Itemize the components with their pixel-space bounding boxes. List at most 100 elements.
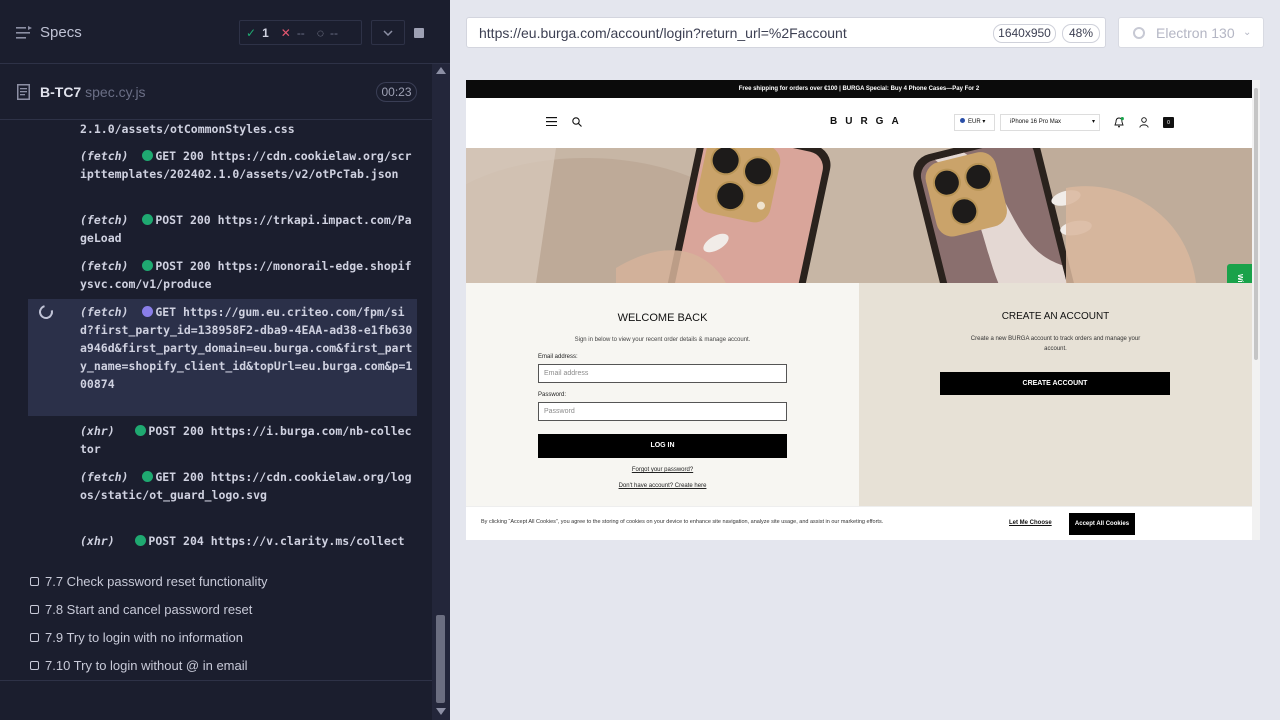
checkbox-icon — [30, 576, 39, 586]
hero-image: Win — [466, 148, 1252, 283]
checkbox-icon — [30, 632, 39, 642]
site-header: BURGA EUR ▾ iPhone 16 Pro Max ▾ 0 — [466, 98, 1252, 148]
cart-count: 0 — [1167, 120, 1170, 126]
viewport-size-badge[interactable]: 1640x950 — [993, 24, 1056, 43]
log-type: (xhr) — [80, 424, 115, 438]
log-url: https://v.clarity.ms/collect — [210, 534, 405, 548]
status-dot — [142, 214, 154, 225]
log-entry[interactable]: (fetch) GET 200 https://cdn.cookielaw.or… — [28, 468, 417, 526]
register-subtitle: Create a new BURGA account to track orde… — [970, 336, 1141, 352]
test-item[interactable]: 7.9 Try to login with no information — [30, 628, 243, 646]
x-icon: ✕ — [280, 25, 291, 40]
log-scrollbar[interactable] — [432, 64, 450, 720]
test-title: 7.9 Try to login with no information — [45, 629, 243, 645]
log-entry[interactable]: (xhr) POST 200 https://i.burga.com/nb-co… — [28, 422, 417, 462]
viewport-scroll-thumb[interactable] — [1254, 88, 1258, 360]
email-field[interactable]: Email address — [538, 364, 787, 383]
scroll-thumb[interactable] — [436, 615, 445, 703]
announcement-bar: Free shipping for orders over €100 | BUR… — [466, 80, 1252, 98]
test-title: 7.8 Start and cancel password reset — [45, 601, 253, 617]
zoom-badge[interactable]: 48% — [1062, 24, 1100, 43]
loading-spinner-icon — [36, 302, 56, 322]
account-icon[interactable] — [1139, 117, 1149, 128]
cookie-text: By clicking “Accept All Cookies”, you ag… — [481, 519, 884, 525]
currency-label: EUR — [968, 119, 981, 125]
log-entry[interactable]: (fetch) POST 200 https://trkapi.impact.c… — [28, 211, 417, 251]
currency-selector[interactable]: EUR ▾ — [954, 114, 995, 131]
password-field[interactable]: Password — [538, 402, 787, 421]
log-method: POST 200 — [148, 424, 204, 438]
cookie-choose-link[interactable]: Let Me Choose — [1009, 520, 1052, 526]
toggle-button[interactable] — [371, 20, 405, 45]
login-section: WELCOME BACK Sign in below to view your … — [466, 283, 859, 540]
status-dot — [142, 260, 154, 271]
test-item[interactable]: 7.7 Check password reset functionality — [30, 572, 268, 590]
viewport-scrollbar[interactable] — [1252, 80, 1260, 540]
failed-stat: ✕ -- — [275, 21, 311, 44]
login-button[interactable]: LOG IN — [538, 434, 787, 458]
password-label: Password: — [538, 392, 567, 398]
browser-name: Electron 130 — [1156, 25, 1235, 41]
specs-label[interactable]: Specs — [40, 24, 82, 41]
eu-flag-icon — [960, 118, 965, 123]
device-label: iPhone 16 Pro Max — [1010, 119, 1062, 125]
email-label: Email address: — [538, 354, 578, 360]
create-account-button[interactable]: CREATE ACCOUNT — [940, 372, 1170, 395]
brand-logo[interactable]: BURGA — [830, 116, 907, 127]
log-method: GET 200 — [155, 470, 204, 484]
spec-name: B-TC7 — [40, 84, 82, 100]
scroll-up-icon[interactable] — [436, 67, 446, 74]
runner-panel: Specs ✓ 1 ✕ -- ◌ -- B-TC7 spec.cy.js 00:… — [0, 0, 450, 720]
device-selector[interactable]: iPhone 16 Pro Max ▾ — [1000, 114, 1100, 131]
log-entry-active[interactable]: (fetch) GET https://gum.eu.criteo.com/fp… — [28, 299, 417, 416]
scroll-down-icon[interactable] — [436, 708, 446, 715]
check-icon: ✓ — [246, 25, 257, 40]
log-url: https://monorail-edge.shopifysvc.com/v1/… — [80, 259, 412, 291]
cart-icon[interactable]: 0 — [1163, 117, 1174, 128]
log-url: https://gum.eu.criteo.com/fpm/sid?first_… — [80, 305, 413, 391]
app-viewport: Free shipping for orders over €100 | BUR… — [466, 80, 1260, 540]
stop-button[interactable] — [404, 20, 434, 45]
document-icon — [17, 84, 30, 100]
log-type: (fetch) — [80, 149, 129, 163]
test-title: 7.7 Check password reset functionality — [45, 573, 268, 589]
log-method: POST 204 — [148, 534, 204, 548]
url-bar[interactable]: https://eu.burga.com/account/login?retur… — [466, 17, 1106, 48]
log-type: (fetch) — [80, 213, 129, 227]
search-icon[interactable] — [572, 117, 582, 127]
browser-gear-icon — [1133, 27, 1145, 39]
feedback-tab[interactable]: Win — [1227, 264, 1252, 283]
hamburger-menu-icon[interactable] — [546, 117, 557, 126]
url-text[interactable]: https://eu.burga.com/account/login?retur… — [479, 25, 847, 41]
pending-stat: ◌ -- — [311, 21, 344, 44]
checkbox-icon — [30, 660, 39, 670]
log-type: (xhr) — [80, 534, 115, 548]
log-method: GET 200 — [155, 149, 204, 163]
log-entry[interactable]: 2.1.0/assets/otCommonStyles.css — [28, 120, 417, 140]
browser-selector[interactable]: Electron 130 ⌄ — [1118, 17, 1264, 48]
log-url: https://cdn.cookielaw.org/logos/static/o… — [80, 470, 412, 502]
log-url: https://i.burga.com/nb-collector — [80, 424, 412, 456]
log-url: https://trkapi.impact.com/PageLoad — [80, 213, 412, 245]
notification-bell-icon[interactable] — [1114, 117, 1124, 128]
test-item[interactable]: 7.10 Try to login without @ in email — [30, 656, 248, 674]
status-dot — [142, 306, 154, 317]
cookie-banner: By clicking “Accept All Cookies”, you ag… — [466, 506, 1252, 540]
accept-cookies-button[interactable]: Accept All Cookies — [1069, 513, 1135, 535]
log-entry[interactable]: (xhr) POST 204 https://v.clarity.ms/coll… — [28, 532, 417, 552]
spec-duration: 00:23 — [376, 82, 417, 102]
spec-file-name: B-TC7 spec.cy.js — [40, 84, 146, 100]
create-account-link[interactable]: Don't have account? Create here — [466, 483, 859, 489]
specs-list-icon[interactable] — [16, 26, 32, 40]
checkbox-icon — [30, 604, 39, 614]
log-entry[interactable]: (fetch) POST 200 https://monorail-edge.s… — [28, 257, 417, 297]
log-type: (fetch) — [80, 470, 129, 484]
log-entry[interactable]: (fetch) GET 200 https://cdn.cookielaw.or… — [28, 147, 417, 205]
log-type: (fetch) — [80, 305, 129, 319]
passed-count: 1 — [262, 25, 269, 40]
runner-header: Specs ✓ 1 ✕ -- ◌ -- — [0, 0, 450, 64]
forgot-password-link[interactable]: Forgot your password? — [466, 467, 859, 473]
passed-stat: ✓ 1 — [240, 21, 275, 44]
status-dot — [142, 150, 154, 161]
test-item[interactable]: 7.8 Start and cancel password reset — [30, 600, 252, 618]
